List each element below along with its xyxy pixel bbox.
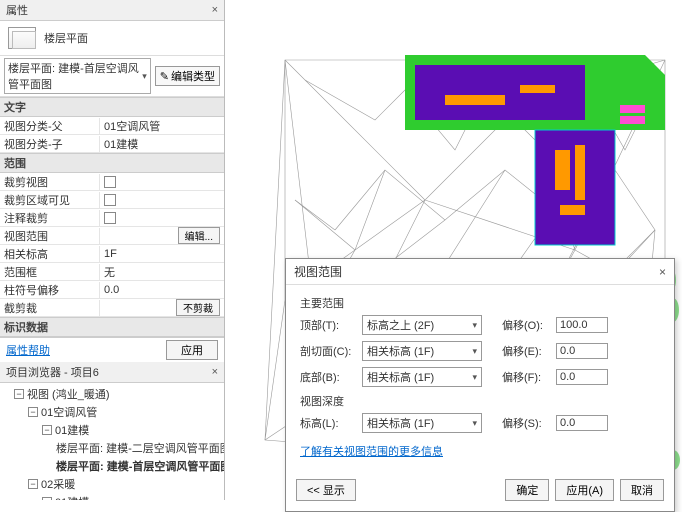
- prop-val[interactable]: 01空调风管: [100, 118, 224, 134]
- view-range-dialog: 视图范围 × 主要范围 顶部(T): 标高之上 (2F)▾ 偏移(O): 100…: [285, 258, 675, 512]
- edit-type-button[interactable]: ✎ 编辑类型: [155, 66, 220, 86]
- primary-range-label: 主要范围: [300, 295, 660, 311]
- tree-item[interactable]: 楼层平面: 建模-二层空调风管平面图: [56, 440, 224, 456]
- tree-toggle[interactable]: −: [28, 479, 38, 489]
- section-ident: 标识数据: [0, 317, 224, 337]
- prop-key: 视图分类-子: [0, 136, 100, 152]
- type-label: 楼层平面: [44, 30, 88, 46]
- properties-title: 属性: [6, 2, 28, 18]
- section-text: 文字: [0, 97, 224, 117]
- depth-level-select[interactable]: 相关标高 (1F)▾: [362, 413, 482, 433]
- show-button[interactable]: << 显示: [296, 479, 356, 501]
- crop-visible-checkbox[interactable]: [104, 194, 116, 206]
- tree-item-active[interactable]: 楼层平面: 建模-首层空调风管平面图: [56, 458, 224, 474]
- edit-type-icon: ✎: [160, 70, 169, 83]
- cut-level-select[interactable]: 相关标高 (1F)▾: [362, 341, 482, 361]
- browser-close-icon[interactable]: ×: [212, 366, 218, 378]
- type-selector[interactable]: 楼层平面: 建模-首层空调风管平面图 ▾: [4, 58, 151, 94]
- properties-close-icon[interactable]: ×: [212, 4, 218, 16]
- properties-panel-header: 属性 ×: [0, 0, 224, 21]
- tree-toggle[interactable]: −: [42, 425, 52, 435]
- crop-view-checkbox[interactable]: [104, 176, 116, 188]
- view-depth-label: 视图深度: [300, 393, 660, 409]
- browser-panel-header: 项目浏览器 - 项目6 ×: [0, 362, 224, 383]
- browser-title: 项目浏览器 - 项目6: [6, 364, 99, 380]
- view-range-edit-button[interactable]: 编辑...: [178, 227, 220, 244]
- floorplan-icon: [8, 27, 36, 49]
- chevron-down-icon: ▾: [472, 320, 477, 331]
- chevron-down-icon: ▾: [142, 71, 147, 82]
- chevron-down-icon: ▾: [472, 418, 477, 429]
- learn-more-link[interactable]: 了解有关视图范围的更多信息: [300, 443, 443, 459]
- bottom-level-select[interactable]: 相关标高 (1F)▾: [362, 367, 482, 387]
- tree-toggle[interactable]: −: [28, 407, 38, 417]
- chevron-down-icon: ▾: [472, 372, 477, 383]
- dialog-apply-button[interactable]: 应用(A): [555, 479, 614, 501]
- properties-apply-button[interactable]: 应用: [166, 340, 218, 360]
- left-pane: 属性 × 楼层平面 楼层平面: 建模-首层空调风管平面图 ▾ ✎ 编辑类型 文字…: [0, 0, 225, 500]
- top-offset-input[interactable]: 100.0: [556, 317, 608, 333]
- cancel-button[interactable]: 取消: [620, 479, 664, 501]
- tree-toggle[interactable]: −: [14, 389, 24, 399]
- prop-val[interactable]: 01建模: [100, 136, 224, 152]
- section-range: 范围: [0, 153, 224, 173]
- type-preview-row: 楼层平面: [0, 21, 224, 56]
- dialog-title: 视图范围: [294, 263, 342, 280]
- top-level-select[interactable]: 标高之上 (2F)▾: [362, 315, 482, 335]
- anno-crop-checkbox[interactable]: [104, 212, 116, 224]
- properties-help-link[interactable]: 属性帮助: [6, 342, 50, 358]
- no-crop-button[interactable]: 不剪裁: [176, 299, 220, 316]
- project-browser-tree: −视图 (鸿业_暖通) −01空调风管 −01建模 楼层平面: 建模-二层空调风…: [0, 383, 224, 500]
- cut-offset-input[interactable]: 0.0: [556, 343, 608, 359]
- dialog-close-icon[interactable]: ×: [659, 265, 666, 279]
- prop-key: 视图分类-父: [0, 118, 100, 134]
- bottom-offset-input[interactable]: 0.0: [556, 369, 608, 385]
- chevron-down-icon: ▾: [472, 346, 477, 357]
- depth-offset-input[interactable]: 0.0: [556, 415, 608, 431]
- properties-grid: 文字 视图分类-父01空调风管 视图分类-子01建模 范围 裁剪视图 裁剪区域可…: [0, 97, 224, 337]
- ok-button[interactable]: 确定: [505, 479, 549, 501]
